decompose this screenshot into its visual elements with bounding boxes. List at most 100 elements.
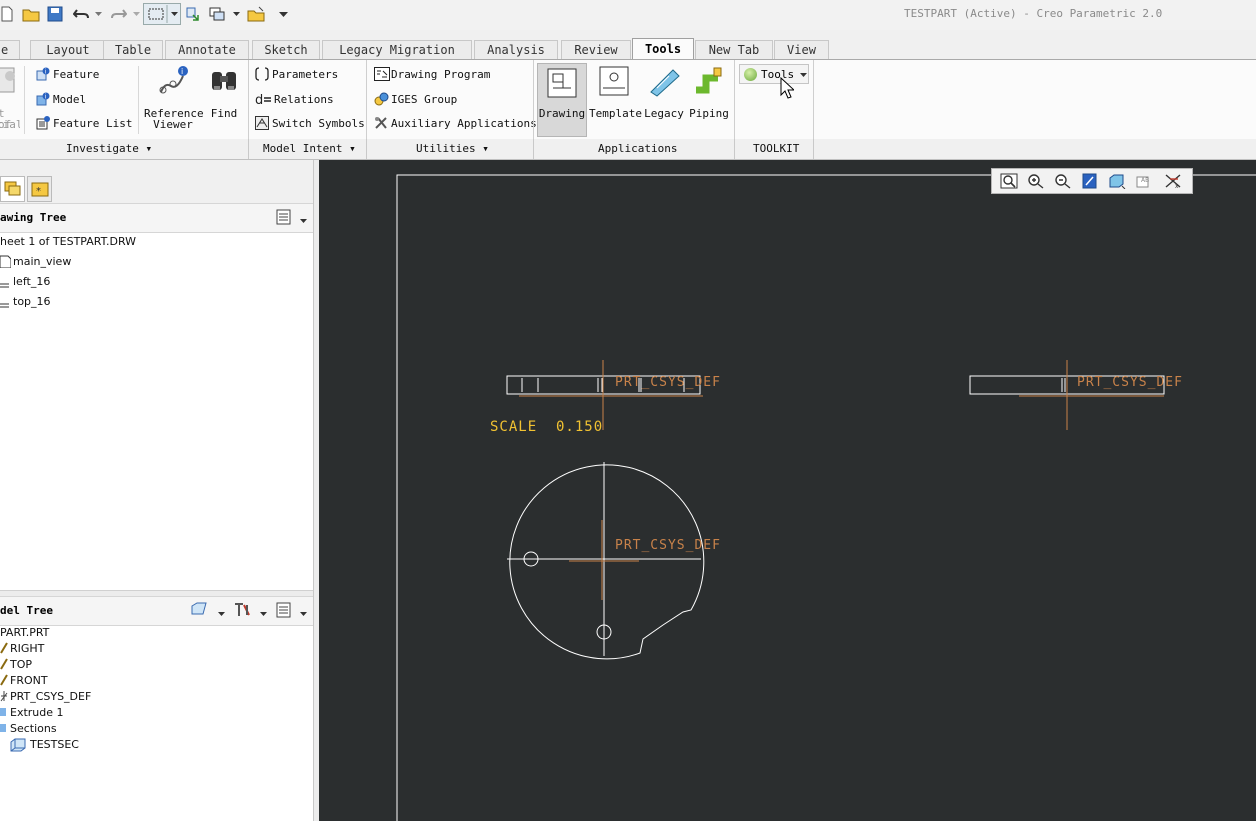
parameters-button[interactable]: Parameters — [255, 67, 338, 81]
tab-review[interactable]: Review — [561, 40, 631, 59]
csys-label-right[interactable]: PRT_CSYS_DEF — [1077, 375, 1183, 390]
tab-table[interactable]: Table — [103, 40, 163, 59]
iges-group-icon — [374, 92, 389, 106]
group-utilities[interactable]: Utilities ▾ — [416, 142, 489, 155]
customize-toolbar-icon[interactable] — [277, 5, 289, 23]
left-view-label: left_16 — [13, 275, 51, 288]
chevron-down-icon[interactable] — [260, 607, 267, 620]
drawing-tree-main-view[interactable]: main_view — [0, 255, 71, 271]
favorites-tab[interactable]: * — [27, 176, 52, 202]
drawing-app-label: Drawing — [538, 107, 586, 120]
chevron-down-icon[interactable] — [300, 607, 307, 620]
model-tree-tab[interactable] — [0, 176, 25, 202]
model-tree-front-plane[interactable]: FRONT — [0, 674, 48, 689]
refit-icon[interactable] — [1000, 173, 1018, 189]
group-investigate[interactable]: Investigate ▾ — [66, 142, 152, 155]
relations-button[interactable]: d Relations — [255, 92, 334, 109]
tab-file[interactable]: e — [0, 40, 20, 59]
repaint-icon[interactable] — [1081, 173, 1099, 189]
template-button[interactable]: Template — [589, 64, 642, 119]
graphics-window[interactable]: PRT_CSYS_DEF PRT_CSYS_DEF PRT_CSYS_DEF S… — [319, 160, 1256, 821]
feature-list-button[interactable]: Feature List — [36, 116, 132, 130]
tab-sketch[interactable]: Sketch — [252, 40, 320, 59]
tab-analysis[interactable]: Analysis — [474, 40, 558, 59]
tab-view[interactable]: View — [774, 40, 829, 59]
drawing-tree-left-view[interactable]: left_16 — [0, 275, 50, 291]
tab-layout[interactable]: Layout — [30, 40, 106, 59]
tree-settings-icon[interactable] — [276, 209, 292, 228]
annotation-display-icon[interactable]: AB — [1135, 173, 1153, 189]
drawing-tree-top-view[interactable]: top_16 — [0, 295, 51, 311]
svg-text:AB: AB — [1141, 177, 1149, 184]
model-tree-top-plane[interactable]: TOP — [0, 658, 32, 673]
tab-legacy-migration[interactable]: Legacy Migration — [322, 40, 472, 59]
drawing-app-button[interactable]: Drawing — [537, 63, 587, 137]
main-view-geometry — [507, 462, 705, 660]
model-tree-csys[interactable]: PRT_CSYS_DEF — [0, 690, 91, 705]
chevron-down-icon[interactable] — [218, 607, 225, 620]
tab-annotate[interactable]: Annotate — [165, 40, 249, 59]
undo-icon[interactable] — [72, 5, 90, 23]
switch-symbols-icon — [255, 116, 269, 130]
csys-label-left[interactable]: PRT_CSYS_DEF — [615, 375, 721, 390]
windows-dropdown-icon[interactable] — [232, 5, 240, 23]
feature-info-icon: i — [36, 67, 50, 81]
feature-list-icon — [36, 116, 50, 130]
group-model-intent[interactable]: Model Intent ▾ — [263, 142, 356, 155]
ribbon-tabs: e Layout Table Annotate Sketch Legacy Mi… — [0, 38, 1256, 60]
reference-viewer-button[interactable]: i Reference Viewer — [144, 64, 204, 130]
drawing-sheet[interactable] — [319, 160, 1256, 821]
tab-tools[interactable]: Tools — [632, 38, 694, 60]
datum-display-icon[interactable]: x — [1164, 173, 1182, 190]
redo-dropdown-icon[interactable] — [132, 5, 140, 23]
model-tree-testsec[interactable]: TESTSEC — [10, 738, 79, 755]
drawing-tree-header: awing Tree — [0, 203, 313, 233]
model-tree-sections[interactable]: Sections — [0, 722, 57, 737]
drawing-tree-sheet[interactable]: heet 1 of TESTPART.DRW — [0, 235, 136, 248]
main-view-label: main_view — [13, 255, 72, 268]
selection-filter-icon[interactable] — [143, 3, 181, 25]
model-info-button[interactable]: i Model — [36, 92, 86, 106]
tab-new-tab[interactable]: New Tab — [695, 40, 773, 59]
binoculars-icon — [212, 72, 236, 90]
model-tree-extrude[interactable]: Extrude 1 — [0, 706, 64, 721]
tree-tools-icon[interactable] — [232, 601, 252, 622]
datum-plane-icon — [0, 674, 8, 689]
iges-group-button[interactable]: IGES Group — [374, 92, 457, 106]
find-button[interactable]: Find — [206, 64, 242, 119]
view-icon — [0, 275, 11, 291]
open-folder-icon[interactable] — [22, 5, 40, 23]
quick-access-toolbar: TESTPART (Active) - Creo Parametric 2.0 — [0, 0, 1256, 30]
svg-text:d: d — [255, 93, 263, 106]
tree-settings-icon[interactable] — [276, 602, 292, 621]
scale-note[interactable]: SCALE 0.150 — [490, 419, 603, 435]
zoom-in-icon[interactable] — [1027, 173, 1045, 189]
regenerate-icon[interactable] — [184, 5, 202, 23]
model-tree-right-plane[interactable]: RIGHT — [0, 642, 44, 657]
piping-button[interactable]: Piping — [688, 64, 730, 119]
save-icon[interactable] — [46, 5, 64, 23]
window-title: TESTPART (Active) - Creo Parametric 2.0 — [904, 7, 1163, 20]
show-icon[interactable] — [190, 602, 208, 621]
redo-icon[interactable] — [110, 5, 128, 23]
close-window-icon[interactable] — [246, 5, 266, 23]
toolkit-tools-dropdown[interactable]: Tools — [739, 64, 809, 84]
legacy-label: Legacy — [644, 107, 684, 120]
undo-dropdown-icon[interactable] — [94, 5, 102, 23]
windows-icon[interactable] — [208, 5, 226, 23]
new-file-icon[interactable] — [0, 5, 14, 23]
switch-symbols-button[interactable]: Switch Symbols — [255, 116, 365, 130]
csys-label-main[interactable]: PRT_CSYS_DEF — [615, 538, 721, 553]
group-utilities-label: Utilities — [416, 142, 476, 155]
auxiliary-applications-button[interactable]: Auxiliary Applications — [374, 116, 537, 130]
ribbon-panel: t of rials i Feature i Model Feature Lis… — [0, 59, 1256, 140]
top-view-geometry — [969, 360, 1165, 430]
model-tree-part[interactable]: PART.PRT — [0, 626, 49, 639]
display-style-icon[interactable] — [1108, 173, 1126, 190]
legacy-button[interactable]: Legacy — [643, 64, 685, 119]
feature-info-button[interactable]: i Feature — [36, 67, 99, 81]
drawing-program-button[interactable]: Drawing Program — [374, 67, 490, 81]
bill-of-materials-button[interactable]: t of rials — [0, 66, 20, 136]
chevron-down-icon[interactable] — [300, 214, 307, 227]
zoom-out-icon[interactable] — [1054, 173, 1072, 189]
